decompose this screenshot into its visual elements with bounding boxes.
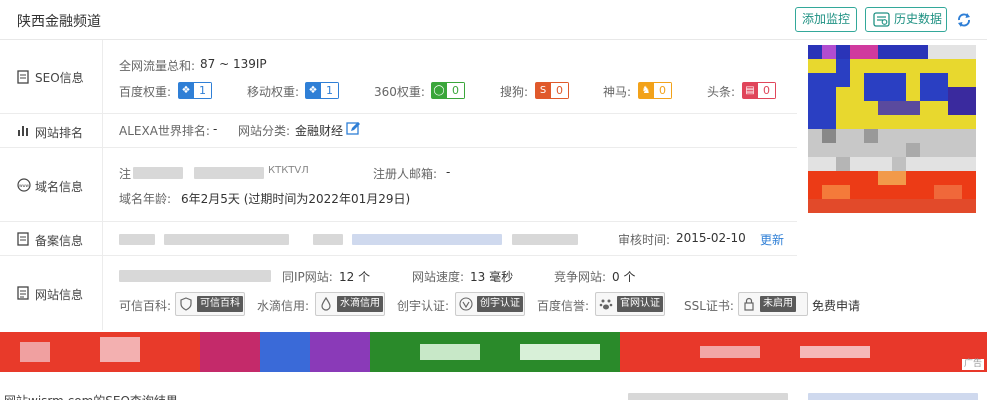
lock-icon bbox=[739, 293, 759, 315]
shuidi-label: 水滴信用: bbox=[257, 299, 310, 313]
seo-info-label: SEO信息 bbox=[35, 71, 84, 85]
footer-section: 网站wjsrm.com的SEO查询结果 bbox=[0, 382, 987, 400]
site-info-row: 网站信息 同IP网站: 12 个 网站速度: 13 毫秒 竞争网站: 0 个 可… bbox=[0, 256, 860, 330]
edit-icon[interactable] bbox=[346, 121, 361, 136]
alexa-label: ALEXA世界排名: bbox=[119, 124, 210, 138]
site-info-label: 网站信息 bbox=[35, 288, 84, 302]
domain-label-cell: www 域名信息 bbox=[0, 148, 103, 221]
toutiao-label: 头条: bbox=[707, 85, 736, 99]
bar-chart-icon bbox=[18, 126, 28, 136]
site-info-label-cell: 网站信息 bbox=[0, 256, 103, 330]
domain-label: 域名信息 bbox=[35, 180, 84, 194]
document-icon bbox=[17, 232, 29, 246]
shenma-label: 神马: bbox=[603, 85, 632, 99]
competitor-value: 0 个 bbox=[612, 270, 636, 284]
360-weight-badge[interactable]: ◯ 0 bbox=[431, 82, 465, 99]
history-data-button[interactable]: 历史数据 bbox=[865, 7, 947, 32]
site-thumbnail bbox=[808, 45, 976, 213]
email-value: - bbox=[446, 165, 451, 179]
redacted-text bbox=[119, 270, 271, 282]
update-link[interactable]: 更新 bbox=[760, 231, 784, 248]
seo-result-heading: 网站wjsrm.com的SEO查询结果 bbox=[4, 392, 178, 400]
header: 陕西金融频道 添加监控 历史数据 bbox=[0, 0, 987, 40]
domain-age-label: 域名年龄: bbox=[119, 192, 172, 206]
registrant-value: КТКТVЛ bbox=[268, 165, 309, 176]
icp-row: 备案信息 审核时间: 2015-02-10 更新 bbox=[0, 222, 797, 256]
review-time-label: 审核时间: bbox=[618, 233, 671, 247]
shenma-icon: ♞ bbox=[638, 82, 654, 99]
paw-icon bbox=[596, 293, 616, 315]
free-apply-link[interactable]: 免费申请 bbox=[812, 297, 860, 314]
rank-label: 网站排名 bbox=[35, 126, 84, 140]
mobile-weight-label: 移动权重: bbox=[247, 85, 300, 99]
history-icon bbox=[873, 12, 890, 27]
redacted-text bbox=[628, 393, 788, 400]
shuidi-badge[interactable]: 水滴信用 bbox=[315, 292, 385, 316]
traffic-value: 87 ~ 139IP bbox=[200, 57, 267, 71]
toutiao-icon: ▤ bbox=[742, 82, 758, 99]
sogou-badge[interactable]: S 0 bbox=[535, 82, 569, 99]
kexin-badge[interactable]: 可信百科 bbox=[175, 292, 245, 316]
add-monitor-button[interactable]: 添加监控 bbox=[795, 7, 857, 32]
same-ip-value: 12 个 bbox=[339, 270, 371, 284]
baidu-weight-badge[interactable]: ❖ 1 bbox=[178, 82, 212, 99]
redacted-text bbox=[808, 393, 978, 400]
refresh-icon[interactable] bbox=[956, 11, 972, 29]
www-icon: www bbox=[17, 178, 31, 192]
redacted-text bbox=[512, 234, 578, 245]
site-speed-label: 网站速度: bbox=[412, 270, 465, 284]
baidu-weight-label: 百度权重: bbox=[119, 85, 172, 99]
site-speed-value: 13 毫秒 bbox=[470, 270, 514, 284]
category-value: 金融财经 bbox=[295, 124, 344, 138]
category-label: 网站分类: bbox=[238, 124, 291, 138]
domain-row: www 域名信息 注 КТКТVЛ 注册人邮箱: - 域名年龄: 6年2月5天 … bbox=[0, 148, 797, 222]
list-icon bbox=[17, 286, 29, 300]
shield-icon bbox=[176, 293, 196, 315]
competitor-label: 竞争网站: bbox=[554, 270, 607, 284]
ssl-label: SSL证书: bbox=[684, 299, 734, 313]
drop-icon bbox=[316, 293, 336, 315]
alexa-value: - bbox=[213, 122, 218, 136]
paw-icon: ❖ bbox=[305, 82, 321, 99]
redacted-text bbox=[194, 167, 264, 179]
redacted-link bbox=[352, 234, 502, 245]
360-icon: ◯ bbox=[431, 82, 447, 99]
sogou-label: 搜狗: bbox=[500, 85, 529, 99]
icp-label: 备案信息 bbox=[35, 234, 84, 248]
chuangyu-badge[interactable]: 创宇认证 bbox=[455, 292, 525, 316]
svg-text:www: www bbox=[19, 183, 30, 188]
rank-label-cell: 网站排名 bbox=[0, 114, 103, 147]
baidu-credit-badge[interactable]: 官网认证 bbox=[595, 292, 665, 316]
v-check-icon bbox=[456, 293, 476, 315]
baidu-credit-label: 百度信誉: bbox=[537, 299, 590, 313]
seo-info-row: SEO信息 全网流量总和: 87 ~ 139IP 百度权重: ❖ 1 移动权重:… bbox=[0, 40, 797, 114]
toutiao-badge[interactable]: ▤ 0 bbox=[742, 82, 776, 99]
paw-icon: ❖ bbox=[178, 82, 194, 99]
redacted-text bbox=[164, 234, 289, 245]
ad-tag: 广告 bbox=[961, 359, 984, 370]
seo-info-label-cell: SEO信息 bbox=[0, 40, 103, 113]
ssl-badge[interactable]: 未启用 bbox=[738, 292, 808, 316]
icp-label-cell: 备案信息 bbox=[0, 222, 103, 255]
kexin-label: 可信百科: bbox=[119, 299, 172, 313]
redacted-text bbox=[133, 167, 183, 179]
document-icon bbox=[17, 70, 29, 84]
page-title: 陕西金融频道 bbox=[17, 14, 101, 30]
redacted-text bbox=[313, 234, 343, 245]
advertisement-banner[interactable]: 广告 bbox=[0, 332, 987, 372]
redacted-text bbox=[119, 234, 155, 245]
traffic-label: 全网流量总和: bbox=[119, 59, 196, 73]
domain-age-value: 6年2月5天 (过期时间为2022年01月29日) bbox=[181, 192, 411, 206]
mobile-weight-badge[interactable]: ❖ 1 bbox=[305, 82, 339, 99]
chuangyu-label: 创宇认证: bbox=[397, 299, 450, 313]
rank-row: 网站排名 ALEXA世界排名: - 网站分类: 金融财经 bbox=[0, 114, 797, 148]
360-weight-label: 360权重: bbox=[374, 85, 425, 99]
shenma-badge[interactable]: ♞ 0 bbox=[638, 82, 672, 99]
history-data-label: 历史数据 bbox=[894, 12, 943, 26]
review-time-value: 2015-02-10 bbox=[676, 231, 746, 245]
same-ip-label: 同IP网站: bbox=[282, 270, 333, 284]
registrant-label: 注 bbox=[119, 167, 132, 181]
sogou-icon: S bbox=[535, 82, 551, 99]
email-label: 注册人邮箱: bbox=[373, 167, 438, 181]
